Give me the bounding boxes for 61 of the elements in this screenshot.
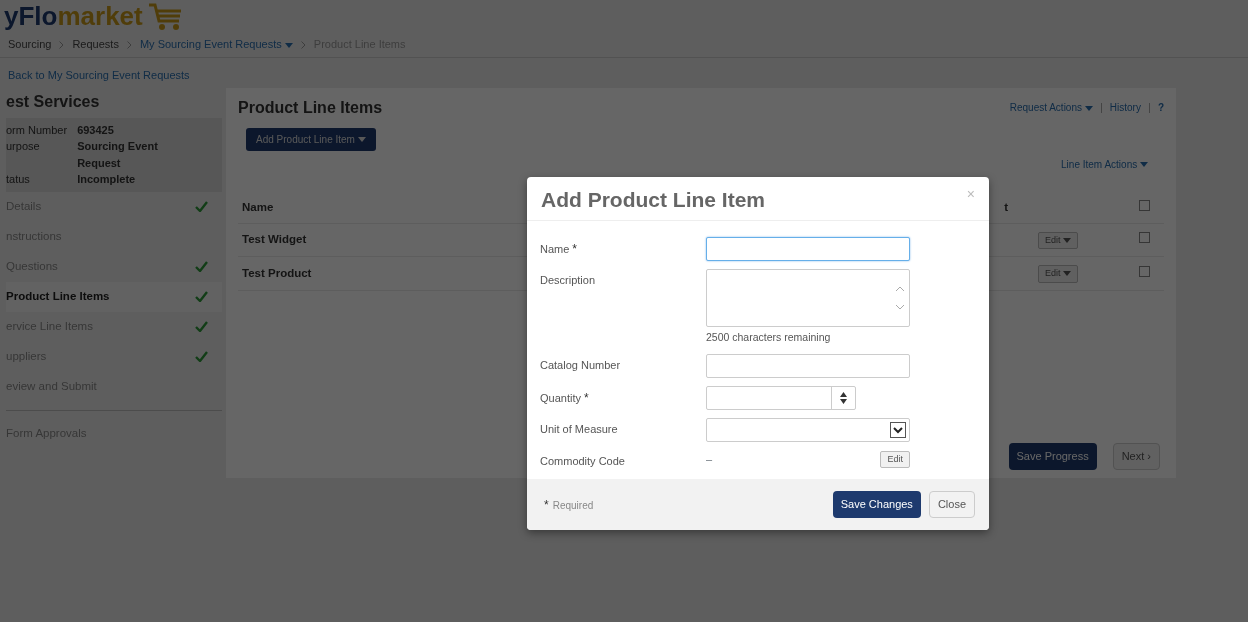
breadcrumb-link[interactable]: My Sourcing Event Requests xyxy=(139,36,293,53)
check-icon xyxy=(195,201,208,212)
field-label: Unit of Measure xyxy=(540,422,618,435)
field-label: Quantity * xyxy=(540,391,589,404)
caret-icon xyxy=(357,137,366,143)
field-label: Name * xyxy=(540,243,577,256)
save-button[interactable]: Save Changes xyxy=(832,491,921,518)
caret-icon xyxy=(1084,105,1093,111)
logo: yFlomarket xyxy=(4,1,143,31)
info-label: orm Number xyxy=(6,121,78,138)
back-link[interactable]: Back to My Sourcing Event Requests xyxy=(8,67,190,84)
actions-menu[interactable]: Request Actions xyxy=(1009,100,1093,115)
help-link[interactable]: ? xyxy=(1157,100,1164,115)
field-label: Commodity Code xyxy=(540,454,625,467)
edit-button[interactable]: Edit xyxy=(1038,231,1078,250)
sidebar-title: est Services xyxy=(6,91,101,112)
checkbox[interactable] xyxy=(1138,265,1150,277)
dropdown-icon xyxy=(890,421,906,438)
check-icon xyxy=(195,351,208,362)
caret-icon xyxy=(1140,162,1148,168)
breadcrumb-link[interactable]: Sourcing xyxy=(8,36,52,53)
history-link[interactable]: History xyxy=(1109,100,1141,115)
caret-icon xyxy=(1063,271,1071,277)
number-field[interactable] xyxy=(706,385,856,410)
spinner-icon xyxy=(840,391,847,404)
sidebar-item[interactable]: Product Line Items xyxy=(6,281,222,312)
check-icon xyxy=(195,261,208,272)
info-value: 693425 xyxy=(77,122,115,138)
actions-menu[interactable]: Line Item Actions xyxy=(1061,156,1148,172)
select-field[interactable] xyxy=(706,417,910,442)
check-icon xyxy=(195,291,208,302)
required-note: Required xyxy=(552,499,594,511)
page-title: Product Line Items xyxy=(238,97,383,118)
edit-button[interactable]: Edit xyxy=(1038,265,1078,283)
field-label: Description xyxy=(540,274,596,287)
breadcrumb-link[interactable]: Requests xyxy=(72,36,119,53)
chevron-icon xyxy=(59,40,65,49)
caret-icon xyxy=(284,42,293,48)
input-field[interactable] xyxy=(706,353,910,378)
checkbox[interactable] xyxy=(1138,199,1150,211)
add-item-button[interactable]: Add Product Line Item xyxy=(246,127,376,151)
input-field[interactable] xyxy=(706,237,910,262)
character-count: 2500 characters remaining xyxy=(706,330,832,346)
chevron-icon xyxy=(126,40,132,49)
field-label: Catalog Number xyxy=(540,358,621,371)
caret-icon xyxy=(1063,237,1071,243)
close-button[interactable]: Close xyxy=(928,491,975,518)
required-mark: * xyxy=(544,497,549,512)
chevron-icon xyxy=(300,40,306,49)
checkbox[interactable] xyxy=(1138,232,1150,244)
edit-button[interactable]: Edit xyxy=(880,450,910,469)
save-button[interactable]: Save Progress xyxy=(1008,443,1097,470)
info-label: urpose xyxy=(6,138,78,171)
info-value: Incomplete xyxy=(77,172,137,187)
info-value: Sourcing Event Request xyxy=(77,139,159,171)
field-value: – xyxy=(706,452,713,468)
info-label: tatus xyxy=(6,172,31,187)
cart-icon xyxy=(146,1,183,31)
text-area[interactable] xyxy=(706,269,910,328)
next-button[interactable]: Next › xyxy=(1112,443,1160,470)
check-icon xyxy=(195,321,208,332)
